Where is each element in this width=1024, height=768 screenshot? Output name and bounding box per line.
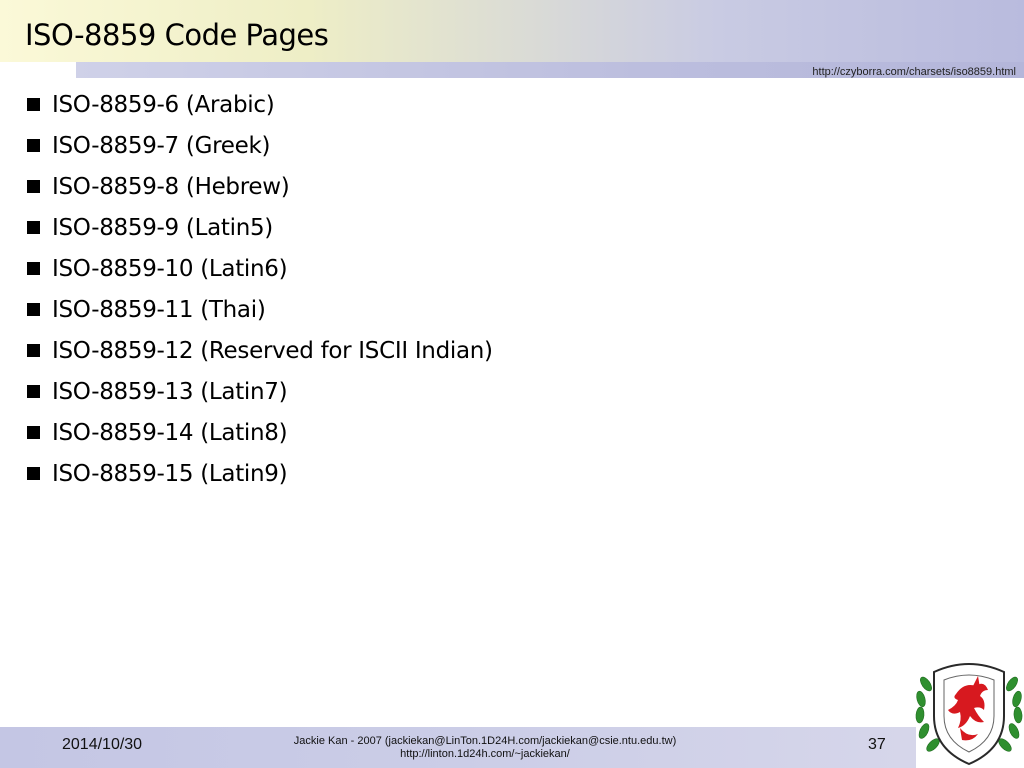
bullet-item: ISO-8859-7 (Greek) [27,125,493,166]
bullet-item: ISO-8859-11 (Thai) [27,289,493,330]
square-bullet-icon [27,262,40,275]
square-bullet-icon [27,98,40,111]
square-bullet-icon [27,426,40,439]
footer-date: 2014/10/30 [62,736,143,753]
bullet-text: ISO-8859-14 (Latin8) [52,419,288,446]
bullet-text: ISO-8859-8 (Hebrew) [52,173,290,200]
slide-title: ISO-8859 Code Pages [25,18,329,52]
footer-credit-line-1: Jackie Kan - 2007 (jackiekan@LinTon.1D24… [293,735,677,747]
bullet-text: ISO-8859-10 (Latin6) [52,255,288,282]
bullet-text: ISO-8859-9 (Latin5) [52,214,273,241]
bullet-text: ISO-8859-7 (Greek) [52,132,271,159]
square-bullet-icon [27,385,40,398]
bullet-list: ISO-8859-6 (Arabic) ISO-8859-7 (Greek) I… [27,84,493,494]
bullet-item: ISO-8859-10 (Latin6) [27,248,493,289]
square-bullet-icon [27,467,40,480]
square-bullet-icon [27,180,40,193]
square-bullet-icon [27,344,40,357]
bullet-item: ISO-8859-13 (Latin7) [27,371,493,412]
footer-credit-line-2: http://linton.1d24h.com/~jackiekan/ [400,748,570,760]
square-bullet-icon [27,303,40,316]
bullet-text: ISO-8859-6 (Arabic) [52,91,275,118]
bullet-item: ISO-8859-14 (Latin8) [27,412,493,453]
bullet-item: ISO-8859-8 (Hebrew) [27,166,493,207]
dragon-crest-logo-icon [915,663,1023,766]
bullet-item: ISO-8859-12 (Reserved for ISCII Indian) [27,330,493,371]
square-bullet-icon [27,139,40,152]
bullet-text: ISO-8859-13 (Latin7) [52,378,288,405]
square-bullet-icon [27,221,40,234]
bullet-text: ISO-8859-11 (Thai) [52,296,266,323]
bullet-text: ISO-8859-12 (Reserved for ISCII Indian) [52,337,493,364]
bullet-item: ISO-8859-9 (Latin5) [27,207,493,248]
bullet-item: ISO-8859-6 (Arabic) [27,84,493,125]
bullet-text: ISO-8859-15 (Latin9) [52,460,288,487]
footer-credit: Jackie Kan - 2007 (jackiekan@LinTon.1D24… [280,735,690,761]
source-link[interactable]: http://czyborra.com/charsets/iso8859.htm… [812,66,1016,78]
page-number: 37 [868,736,886,753]
bullet-item: ISO-8859-15 (Latin9) [27,453,493,494]
